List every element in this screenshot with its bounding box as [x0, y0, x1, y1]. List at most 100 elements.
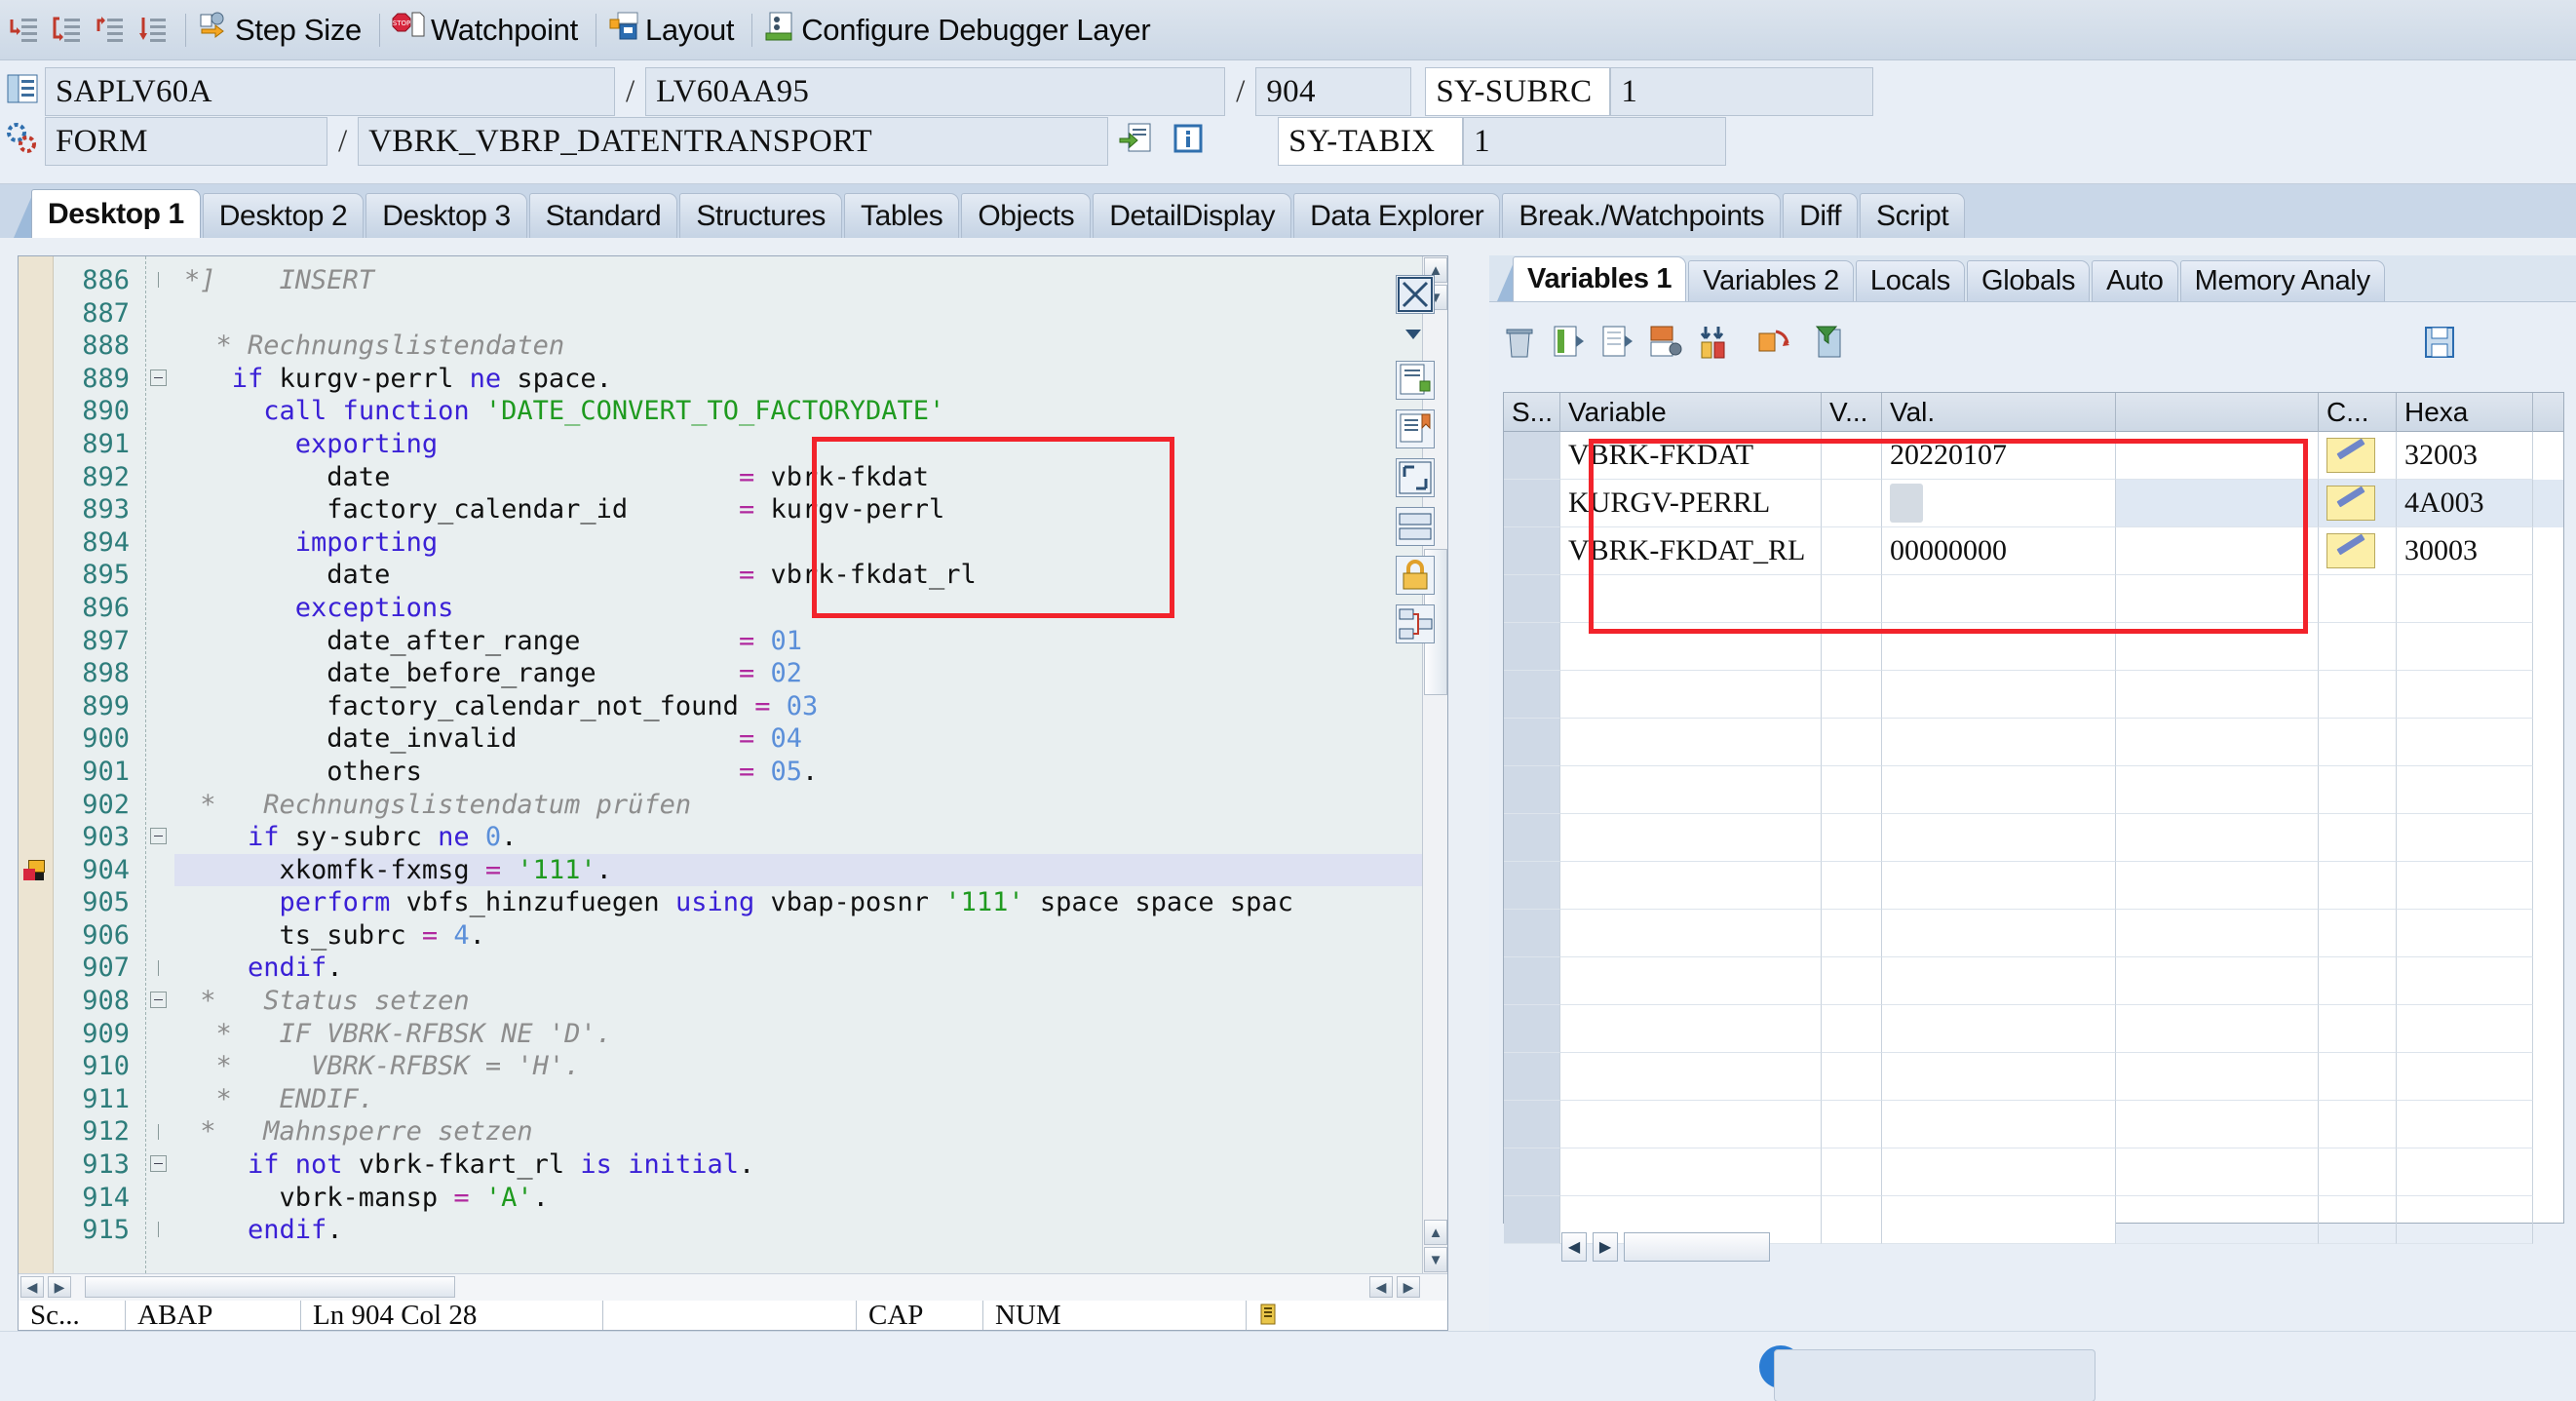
include-name-field[interactable]: LV60AA95	[645, 67, 1226, 116]
services-icon[interactable]	[1396, 604, 1435, 643]
code-line[interactable]: call function 'DATE_CONVERT_TO_FACTORYDA…	[174, 395, 1447, 428]
fullscreen-icon[interactable]	[1396, 458, 1435, 497]
new-source-icon[interactable]	[1396, 361, 1435, 400]
horizontal-scroll-handle[interactable]	[1624, 1232, 1770, 1262]
column-header[interactable]: C...	[2319, 392, 2397, 432]
hscroll-left-button[interactable]: ◀	[20, 1276, 44, 1298]
table-row-empty[interactable]	[1504, 575, 2563, 623]
sy-tabix-name-field[interactable]: SY-TABIX	[1278, 117, 1464, 166]
code-line[interactable]: * Status setzen	[174, 985, 1447, 1018]
code-line[interactable]: date_before_range = 02	[174, 657, 1447, 690]
event-name-field[interactable]: VBRK_VBRP_DATENTRANSPORT	[358, 117, 1109, 166]
tab-script[interactable]: Script	[1860, 193, 1966, 238]
table-row[interactable]: VBRK-FKDAT 20220107 32003	[1504, 432, 2563, 480]
table-row-empty[interactable]	[1504, 1148, 2563, 1196]
code-line-current[interactable]: xkomfk-fxmsg = '111'.	[174, 853, 1447, 887]
code-line[interactable]: ts_subrc = 4.	[174, 919, 1447, 953]
code-line[interactable]: * Rechnungslistendaten	[174, 330, 1447, 363]
column-header[interactable]: S...	[1504, 392, 1560, 432]
tab-desktop-1[interactable]: Desktop 1	[31, 189, 201, 238]
column-header[interactable]	[2116, 392, 2319, 432]
table-row-empty[interactable]	[1504, 719, 2563, 766]
insert-row-icon[interactable]	[1550, 324, 1587, 361]
step-size-button[interactable]: Step Size	[194, 6, 371, 55]
split-view-icon[interactable]	[1396, 507, 1435, 546]
source-code-text[interactable]: *] INSERT * Rechnungslistendaten if kurg…	[174, 256, 1447, 1273]
code-line[interactable]: * VBRK-RFBSK = 'H'.	[174, 1050, 1447, 1083]
code-line[interactable]: vbrk-mansp = 'A'.	[174, 1182, 1447, 1215]
vartab-globals[interactable]: Globals	[1966, 260, 2091, 301]
prev-arrow-icon[interactable]: ◀	[1561, 1232, 1587, 1262]
hscroll-right-small-button[interactable]: ▶	[48, 1276, 71, 1298]
pencil-icon[interactable]	[2319, 432, 2397, 480]
table-row[interactable]: KURGV-PERRL 4A003	[1504, 480, 2563, 527]
code-line[interactable]: * Mahnsperre setzen	[174, 1115, 1447, 1148]
vartab-locals[interactable]: Locals	[1855, 260, 1965, 301]
sy-tabix-value-field[interactable]: 1	[1463, 117, 1727, 166]
tab-objects[interactable]: Objects	[961, 193, 1092, 238]
fold-toggle-icon[interactable]	[150, 828, 167, 845]
tab-detaildisplay[interactable]: DetailDisplay	[1093, 193, 1292, 238]
column-header[interactable]: Variable	[1560, 392, 1822, 432]
scroll-page-down-button[interactable]: ▼	[1424, 1247, 1447, 1272]
code-line[interactable]: * ENDIF.	[174, 1083, 1447, 1116]
sy-subrc-value-field[interactable]: 1	[1610, 67, 1874, 116]
bookmark-icon[interactable]	[1396, 409, 1435, 448]
code-line[interactable]: date_invalid = 04	[174, 722, 1447, 756]
event-type-field[interactable]: FORM	[45, 117, 327, 166]
column-header[interactable]: V...	[1822, 392, 1882, 432]
code-line[interactable]: perform vbfs_hinzufuegen using vbap-posn…	[174, 886, 1447, 919]
code-line[interactable]: * IF VBRK-RFBSK NE 'D'.	[174, 1018, 1447, 1051]
code-line[interactable]: importing	[174, 526, 1447, 560]
code-line[interactable]: factory_calendar_not_found = 03	[174, 690, 1447, 723]
code-line[interactable]: if kurgv-perrl ne space.	[174, 363, 1447, 396]
fold-toggle-icon[interactable]	[150, 1155, 167, 1173]
watchpoint-button[interactable]: STOP Watchpoint	[388, 6, 588, 55]
tab-structures[interactable]: Structures	[679, 193, 843, 238]
tab-desktop-3[interactable]: Desktop 3	[365, 193, 527, 238]
layout-button[interactable]: Layout	[604, 6, 744, 55]
table-row-empty[interactable]	[1504, 814, 2563, 862]
table-row-empty[interactable]	[1504, 671, 2563, 719]
breakpoint-gutter[interactable]	[19, 256, 54, 1273]
insert-row-after-icon[interactable]	[1598, 324, 1635, 361]
table-row-empty[interactable]	[1504, 862, 2563, 910]
tab-desktop-2[interactable]: Desktop 2	[202, 193, 365, 238]
code-folding-column[interactable]	[145, 256, 174, 1273]
tab-data-explorer[interactable]: Data Explorer	[1293, 193, 1501, 238]
tab-diff[interactable]: Diff	[1783, 193, 1859, 238]
vartab-variables-2[interactable]: Variables 2	[1688, 260, 1854, 301]
table-row-empty[interactable]	[1504, 766, 2563, 814]
sy-subrc-name-field[interactable]: SY-SUBRC	[1425, 67, 1611, 116]
close-box-icon[interactable]	[1396, 275, 1435, 314]
pencil-icon[interactable]	[2319, 480, 2397, 527]
code-line[interactable]: exceptions	[174, 592, 1447, 625]
configure-debugger-layer-button[interactable]: Configure Debugger Layer	[760, 6, 1160, 55]
next-arrow-icon[interactable]: ▶	[1593, 1232, 1618, 1262]
tab-tables[interactable]: Tables	[844, 193, 960, 238]
scroll-down-arrow-icon[interactable]	[1396, 324, 1435, 351]
code-line[interactable]: exporting	[174, 428, 1447, 461]
vartab-variables-1[interactable]: Variables 1	[1513, 256, 1687, 301]
filter-icon[interactable]	[1811, 324, 1848, 361]
table-row-empty[interactable]	[1504, 1101, 2563, 1148]
code-line[interactable]: others = 05.	[174, 756, 1447, 789]
table-row-empty[interactable]	[1504, 1005, 2563, 1053]
fold-toggle-icon[interactable]	[150, 369, 167, 386]
expand-arrow-icon[interactable]	[1756, 324, 1793, 361]
info-icon[interactable]	[1163, 122, 1213, 162]
fold-toggle-icon[interactable]	[150, 992, 167, 1009]
code-line[interactable]: date = vbrk-fkdat	[174, 461, 1447, 494]
code-hscroll-thumb[interactable]	[85, 1276, 455, 1298]
goto-icon[interactable]	[1108, 122, 1163, 162]
vartab-auto[interactable]: Auto	[2092, 260, 2178, 301]
code-line[interactable]: *] INSERT	[174, 264, 1447, 297]
tab-break-watchpoints[interactable]: Break./Watchpoints	[1502, 193, 1782, 238]
table-row-empty[interactable]	[1504, 910, 2563, 957]
trash-icon[interactable]	[1501, 324, 1538, 361]
save-icon[interactable]	[2421, 324, 2458, 361]
hscroll-page-right-button[interactable]: ▶	[1397, 1276, 1420, 1298]
table-row[interactable]: VBRK-FKDAT_RL 00000000 30003	[1504, 527, 2563, 575]
padlock-icon[interactable]	[1396, 556, 1435, 595]
step-over-button[interactable]	[49, 6, 92, 55]
